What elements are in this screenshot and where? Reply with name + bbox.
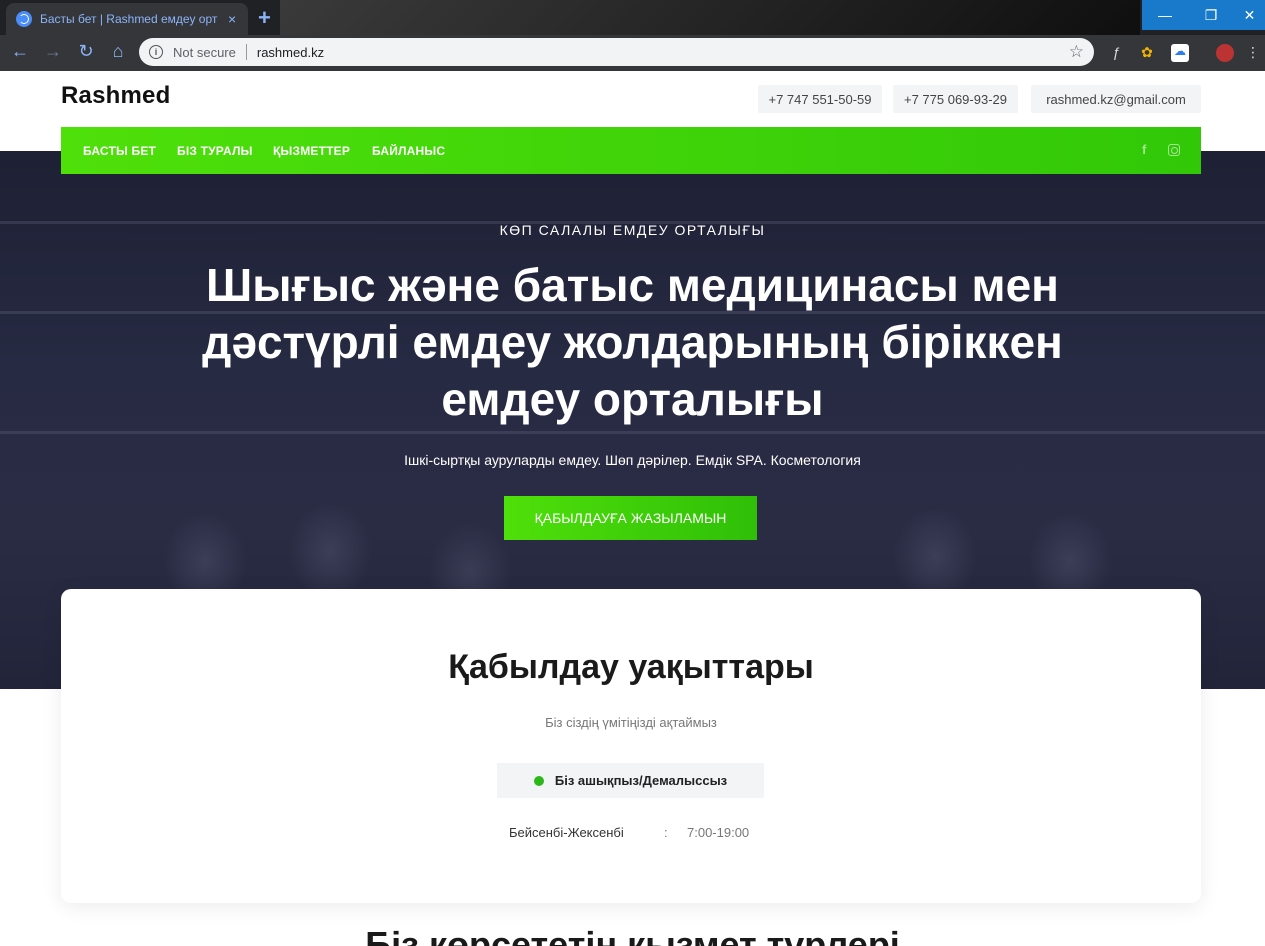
formula-extension-icon[interactable]: ƒ [1107, 44, 1125, 62]
forward-arrow-icon[interactable]: → [41, 41, 65, 62]
services-heading: Біз көрсететін қызмет түрлері [365, 924, 900, 946]
hero-eyebrow: КӨП САЛАЛЫ ЕМДЕУ ОРТАЛЫҒЫ [499, 222, 766, 238]
titlebar-background [280, 0, 1140, 35]
hours-days: Бейсенбі-Жексенбі [509, 825, 624, 840]
tab-title: Басты бет | Rashmed емдеу орт [40, 12, 218, 26]
site-logo[interactable]: Rashmed [61, 82, 170, 110]
email-pill[interactable]: rashmed.kz@gmail.com [1031, 85, 1201, 113]
home-icon[interactable]: ⌂ [106, 41, 130, 62]
hours-separator: : [664, 825, 668, 840]
phone-pill-2[interactable]: +7 775 069-93-29 [893, 85, 1018, 113]
hero-subline: Ішкі-сыртқы ауруларды емдеу. Шөп дәрілер… [404, 452, 861, 468]
open-status-badge: Біз ашықпыз/Демалыссыз [497, 763, 764, 798]
web-page: Rashmed +7 747 551-50-59 +7 775 069-93-2… [0, 71, 1265, 946]
globe-icon [16, 11, 32, 27]
reload-icon[interactable]: ↻ [74, 41, 98, 62]
window-close-button[interactable]: ✕ [1234, 0, 1265, 30]
phone-pill-1[interactable]: +7 747 551-50-59 [758, 85, 882, 113]
browser-titlebar: Басты бет | Rashmed емдеу орт × + — ❐ ✕ [0, 0, 1265, 35]
status-text: Біз ашықпыз/Демалыссыз [554, 773, 728, 788]
nav-item-contact[interactable]: БАЙЛАНЫС [372, 144, 445, 158]
new-tab-button[interactable]: + [258, 5, 271, 31]
bookmark-star-icon[interactable]: ☆ [1069, 42, 1084, 62]
nav-item-services[interactable]: ҚЫЗМЕТТЕР [273, 144, 350, 158]
window-minimize-button[interactable]: — [1142, 0, 1188, 30]
hours-title: Қабылдау уақыттары [448, 648, 814, 686]
nav-item-about[interactable]: БІЗ ТУРАЛЫ [177, 144, 253, 158]
info-icon[interactable]: i [149, 45, 163, 59]
url-text[interactable]: rashmed.kz [257, 45, 324, 60]
facebook-icon[interactable]: f [1142, 142, 1146, 157]
cloud-extension-icon[interactable]: ☁ [1171, 44, 1189, 62]
hours-card: Қабылдау уақыттары Біз сіздің үмітіңізді… [61, 589, 1201, 903]
address-bar[interactable]: i Not secure rashmed.kz ☆ [139, 38, 1094, 66]
back-arrow-icon[interactable]: ← [8, 41, 32, 62]
book-appointment-button[interactable]: ҚАБЫЛДАУҒА ЖАЗЫЛАМЫН [504, 496, 757, 540]
hero-shelf-decor [0, 431, 1265, 434]
browser-tab[interactable]: Басты бет | Rashmed емдеу орт × [6, 3, 248, 35]
main-navbar: БАСТЫ БЕТ БІЗ ТУРАЛЫ ҚЫЗМЕТТЕР БАЙЛАНЫС … [61, 127, 1201, 174]
omnibox-divider [245, 44, 247, 60]
hours-subtitle: Біз сіздің үмітіңізді ақтаймыз [545, 715, 717, 730]
profile-avatar[interactable] [1216, 44, 1234, 62]
hero-headline: Шығыс және батыс медицинасы мен дәстүрлі… [202, 259, 1063, 425]
nav-item-home[interactable]: БАСТЫ БЕТ [83, 144, 156, 158]
menu-dots-icon[interactable]: ⋮ [1244, 44, 1262, 62]
status-dot-icon [533, 775, 544, 786]
paw-extension-icon[interactable]: ✿ [1138, 44, 1156, 62]
security-label: Not secure [173, 44, 236, 60]
tab-close-icon[interactable]: × [228, 11, 236, 27]
hours-time: 7:00-19:00 [687, 825, 750, 840]
browser-toolbar: ← → ↻ ⌂ i Not secure rashmed.kz ☆ ƒ ✿ ☁ … [0, 35, 1265, 71]
window-restore-button[interactable]: ❐ [1188, 0, 1234, 30]
instagram-icon[interactable] [1168, 144, 1180, 156]
